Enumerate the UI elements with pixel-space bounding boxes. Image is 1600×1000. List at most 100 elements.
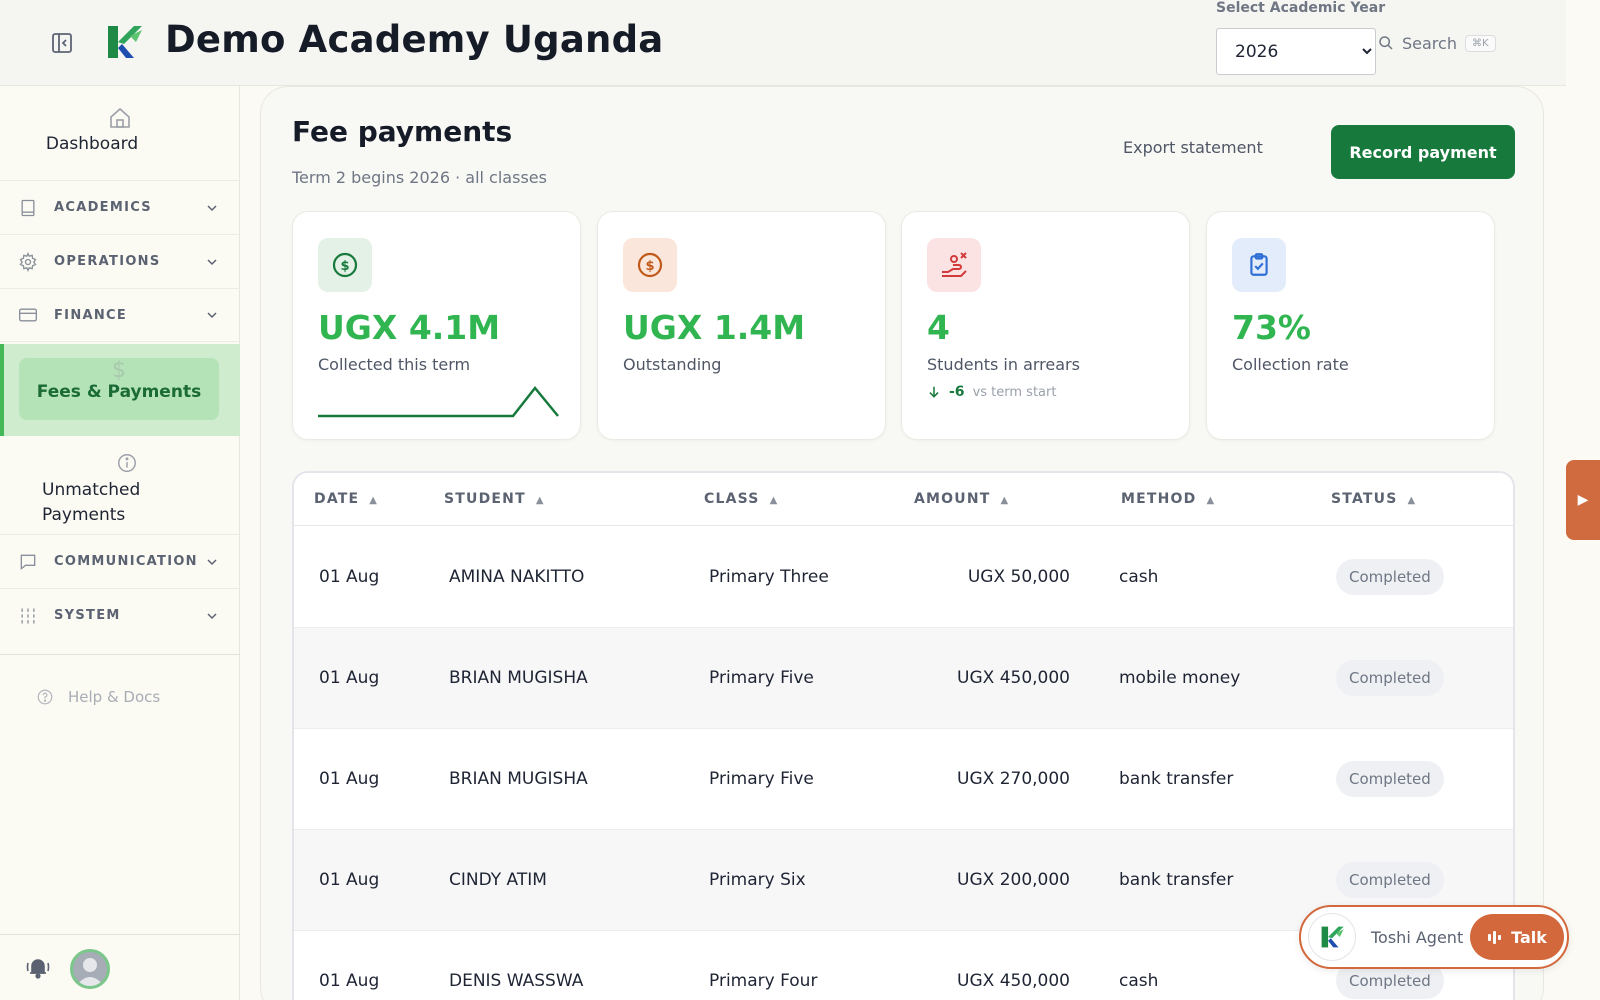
- cell-method: bank transfer: [1119, 769, 1234, 789]
- chevron-down-icon: [204, 254, 220, 270]
- audio-bars-icon: [1487, 929, 1503, 945]
- cell-student: DENIS WASSWA: [449, 971, 584, 991]
- talk-button[interactable]: Talk: [1470, 914, 1564, 960]
- column-header-amount[interactable]: AMOUNT ▲: [914, 491, 1008, 507]
- status-badge: Completed: [1336, 862, 1444, 898]
- sidebar-toggle-icon[interactable]: [50, 31, 74, 55]
- search-button[interactable]: Search ⌘K: [1378, 32, 1496, 54]
- column-header-date[interactable]: DATE ▲: [314, 491, 377, 507]
- app-title: Demo Academy Uganda: [165, 18, 664, 61]
- cell-method: cash: [1119, 971, 1159, 991]
- cell-date: 01 Aug: [319, 870, 380, 890]
- cell-amount: UGX 50,000: [967, 567, 1070, 587]
- page-title: Fee payments: [292, 115, 513, 148]
- sidebar-section-academics[interactable]: ACADEMICS: [0, 180, 240, 234]
- sort-icon: ▲: [535, 495, 544, 506]
- table-row[interactable]: 01 Aug BRIAN MUGISHA Primary Five UGX 45…: [294, 628, 1513, 729]
- book-icon: [18, 198, 38, 218]
- drawer-toggle-tab[interactable]: ▶: [1566, 460, 1600, 540]
- stat-value: 73%: [1232, 308, 1311, 347]
- sidebar-item-label: Fees & Payments: [36, 382, 202, 402]
- cell-student: BRIAN MUGISHA: [449, 769, 588, 789]
- dollar-circle-icon: $: [623, 238, 677, 292]
- cell-class: Primary Three: [709, 567, 829, 587]
- table-row[interactable]: 01 Aug AMINA NAKITTO Primary Three UGX 5…: [294, 527, 1513, 628]
- sidebar-section-finance[interactable]: FINANCE: [0, 288, 240, 342]
- help-docs-label: Help & Docs: [68, 688, 161, 706]
- cell-amount: UGX 200,000: [957, 870, 1070, 890]
- sidebar-section-operations[interactable]: OPERATIONS: [0, 234, 240, 288]
- sidebar-divider: [0, 654, 240, 655]
- chat-icon: [18, 552, 38, 572]
- stat-value: UGX 4.1M: [318, 308, 501, 347]
- credit-card-icon: [18, 305, 38, 325]
- column-header-student[interactable]: STUDENT ▲: [444, 491, 544, 507]
- sidebar-item-dashboard[interactable]: Dashboard: [0, 106, 240, 154]
- column-header-status[interactable]: STATUS ▲: [1331, 491, 1415, 507]
- cell-class: Primary Six: [709, 870, 806, 890]
- avatar[interactable]: [70, 949, 110, 989]
- main-panel: Fee payments Term 2 begins 2026 · all cl…: [260, 86, 1544, 1000]
- stat-caption: Students in arrears: [927, 355, 1080, 374]
- search-icon: [1378, 35, 1394, 51]
- sparkline: [318, 386, 559, 418]
- search-shortcut: ⌘K: [1464, 34, 1496, 52]
- column-header-class[interactable]: CLASS ▲: [704, 491, 777, 507]
- sidebar-section-label: SYSTEM: [54, 608, 121, 623]
- home-icon: [108, 106, 132, 130]
- chevron-down-icon: [204, 554, 220, 570]
- stat-caption: Collection rate: [1232, 355, 1349, 374]
- sidebar-active-group: $ Fees & Payments: [0, 344, 240, 436]
- help-docs-link[interactable]: Help & Docs: [36, 688, 160, 706]
- table-header: DATE ▲ STUDENT ▲ CLASS ▲ AMOUNT ▲ METHOD ▲ ST…: [294, 473, 1513, 526]
- sidebar-item-fees-payments[interactable]: $ Fees & Payments: [19, 358, 219, 420]
- sidebar-item-unmatched-payments[interactable]: Unmatched Payments: [0, 442, 240, 536]
- talk-label: Talk: [1511, 927, 1547, 947]
- stat-card-collected: $ UGX 4.1M Collected this term: [292, 211, 581, 440]
- sidebar-section-communication[interactable]: COMMUNICATION: [0, 534, 240, 588]
- sidebar-section-label: OPERATIONS: [54, 254, 161, 269]
- search-label: Search: [1402, 33, 1457, 53]
- bell-icon[interactable]: [24, 955, 52, 981]
- record-payment-button[interactable]: Record payment: [1331, 125, 1515, 179]
- gear-icon: [18, 251, 38, 272]
- hand-alert-icon: [927, 238, 981, 292]
- cell-method: cash: [1119, 567, 1159, 587]
- stat-trend: -6 vs term start: [927, 384, 1056, 400]
- cell-class: Primary Five: [709, 668, 814, 688]
- sidebar-footer: [0, 934, 240, 1000]
- status-badge: Completed: [1336, 559, 1444, 595]
- sidebar-section-label: ACADEMICS: [54, 200, 152, 215]
- dollar-circle-icon: $: [318, 238, 372, 292]
- cell-date: 01 Aug: [319, 769, 380, 789]
- sidebar-section-label: FINANCE: [54, 307, 128, 323]
- table-row[interactable]: 01 Aug BRIAN MUGISHA Primary Five UGX 27…: [294, 729, 1513, 830]
- cell-amount: UGX 450,000: [957, 668, 1070, 688]
- sidebar-item-label: Unmatched Payments: [42, 480, 141, 525]
- cell-class: Primary Four: [709, 971, 818, 991]
- stat-delta-context: vs term start: [972, 384, 1057, 400]
- academic-year-select[interactable]: 2026: [1216, 28, 1376, 75]
- page-subtitle: Term 2 begins 2026 · all classes: [292, 168, 547, 187]
- stat-card-outstanding: $ UGX 1.4M Outstanding: [597, 211, 886, 440]
- stat-delta: -6: [949, 384, 965, 400]
- export-statement-button[interactable]: Export statement: [1123, 138, 1263, 157]
- toshi-agent-widget: Toshi Agent Talk: [1299, 905, 1569, 969]
- sort-icon: ▲: [1000, 495, 1009, 506]
- sidebar: Dashboard ACADEMICS OPERATIONS FINANCE $…: [0, 86, 240, 1000]
- play-arrow-icon: ▶: [1577, 492, 1589, 508]
- cell-amount: UGX 450,000: [957, 971, 1070, 991]
- chevron-down-icon: [204, 200, 220, 216]
- cell-method: bank transfer: [1119, 870, 1234, 890]
- cell-student: CINDY ATIM: [449, 870, 547, 890]
- stat-value: 4: [927, 308, 950, 347]
- cell-date: 01 Aug: [319, 971, 380, 991]
- agent-name: Toshi Agent: [1371, 928, 1464, 947]
- column-header-method[interactable]: METHOD ▲: [1121, 491, 1214, 507]
- sidebar-section-system[interactable]: SYSTEM: [0, 588, 240, 642]
- status-badge: Completed: [1336, 660, 1444, 696]
- cell-student: BRIAN MUGISHA: [449, 668, 588, 688]
- sort-icon: ▲: [769, 495, 778, 506]
- top-header: Demo Academy Uganda Select Academic Year…: [0, 0, 1566, 86]
- sliders-icon: [18, 606, 38, 626]
